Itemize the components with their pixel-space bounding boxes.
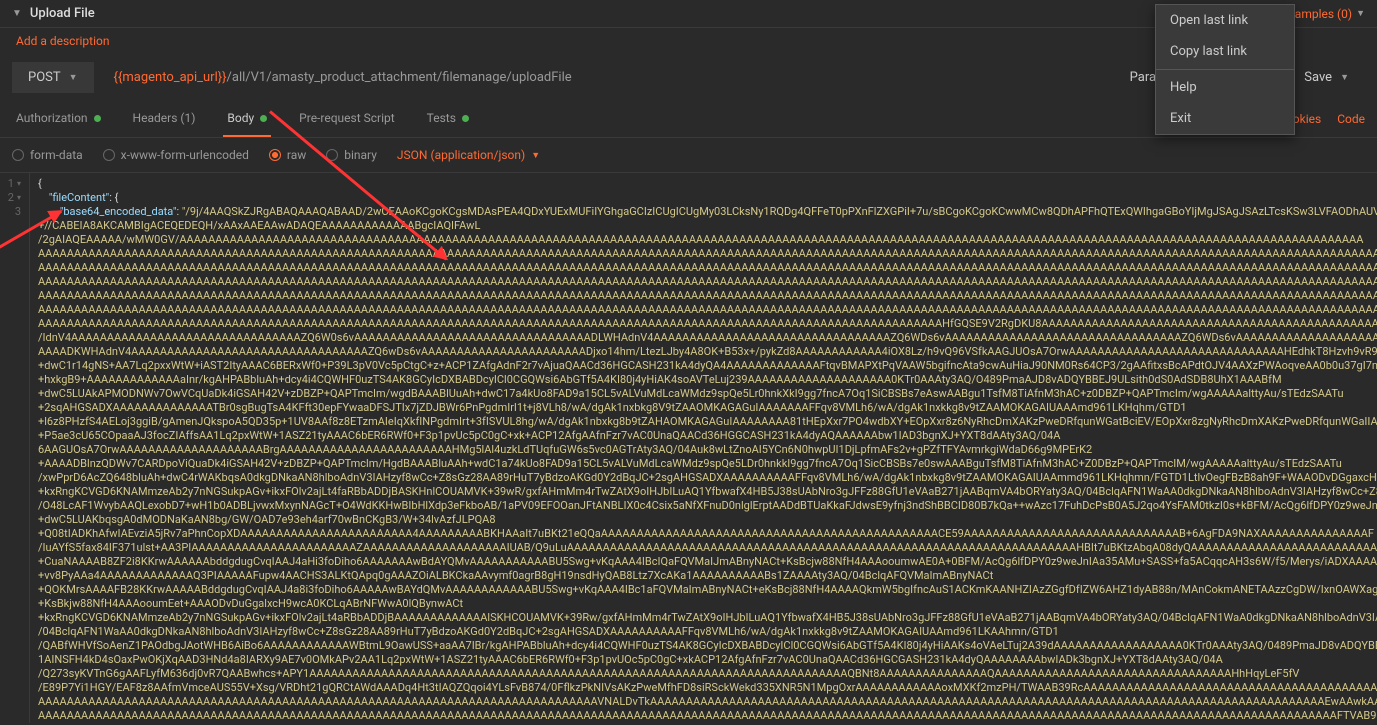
url-variable: {{magento_api_url}}: [114, 70, 227, 85]
tab-tests[interactable]: Tests: [423, 101, 473, 137]
context-menu: Open last link Copy last link Help Exit: [1155, 4, 1295, 135]
dot-icon: [260, 115, 267, 122]
content-type-dropdown[interactable]: JSON (application/json)▼: [397, 148, 540, 162]
code-link[interactable]: Code: [1337, 112, 1365, 126]
dot-icon: [462, 115, 469, 122]
menu-open-last[interactable]: Open last link: [1156, 5, 1294, 36]
line-gutter: 1 ▾ 2 ▾ 3: [0, 173, 30, 723]
code-editor[interactable]: 1 ▾ 2 ▾ 3 { "fileContent": { "base64_enc…: [0, 173, 1377, 723]
save-button[interactable]: Save▼: [1288, 62, 1365, 93]
method-select[interactable]: POST▼: [12, 62, 94, 93]
code-content[interactable]: { "fileContent": { "base64_encoded_data"…: [30, 173, 1377, 723]
tab-body[interactable]: Body: [223, 101, 271, 137]
add-description-link[interactable]: Add a description: [16, 34, 110, 48]
request-title: Upload File: [30, 6, 95, 21]
collapse-icon[interactable]: ▼: [12, 8, 22, 19]
dot-icon: [94, 115, 101, 122]
radio-form-data[interactable]: form-data: [12, 148, 83, 162]
body-type-row: form-data x-www-form-urlencoded raw bina…: [0, 138, 1377, 173]
menu-help[interactable]: Help: [1156, 72, 1294, 103]
radio-xwww[interactable]: x-www-form-urlencoded: [103, 148, 249, 162]
url-input[interactable]: {{magento_api_url}}/all/V1/amasty_produc…: [106, 70, 1106, 85]
tab-headers[interactable]: Headers (1): [129, 101, 200, 137]
menu-separator: [1156, 69, 1294, 70]
url-path: /all/V1/amasty_product_attachment/filema…: [227, 70, 572, 85]
tab-authorization[interactable]: Authorization: [12, 101, 105, 137]
radio-binary[interactable]: binary: [326, 148, 377, 162]
radio-raw[interactable]: raw: [269, 148, 306, 162]
menu-exit[interactable]: Exit: [1156, 103, 1294, 134]
menu-copy-last[interactable]: Copy last link: [1156, 36, 1294, 67]
tab-prerequest[interactable]: Pre-request Script: [295, 101, 398, 137]
